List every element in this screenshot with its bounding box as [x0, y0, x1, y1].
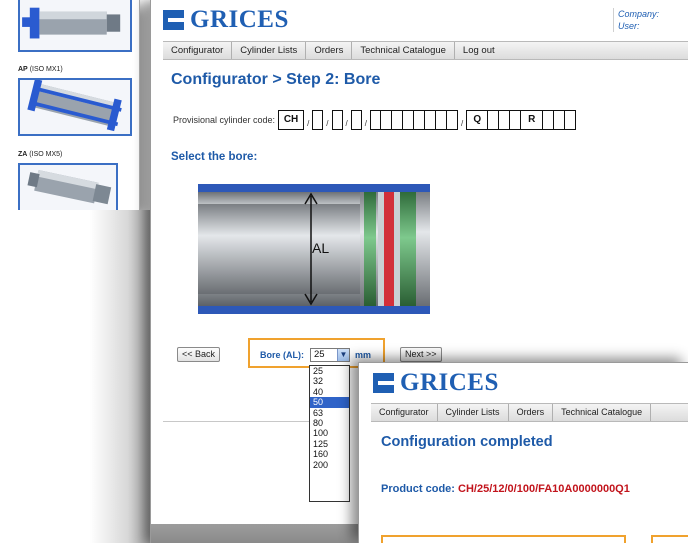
bore-option-63[interactable]: 63 — [310, 408, 349, 418]
product-code: Product code: CH/25/12/0/100/FA10A000000… — [381, 483, 630, 495]
code-box-empty — [447, 110, 458, 130]
nav-configurator[interactable]: Configurator — [163, 42, 233, 59]
user-label: User: — [618, 21, 640, 31]
grices-logo: GRICES — [373, 369, 499, 397]
nav-orders[interactable]: Orders — [509, 404, 554, 421]
bore-option-200[interactable]: 200 — [310, 460, 349, 470]
bore-label: Bore (AL): — [260, 350, 304, 360]
bore-option-25[interactable]: 25 — [310, 366, 349, 376]
code-box-empty — [331, 110, 343, 130]
bore-select-value: 25 — [314, 349, 325, 360]
chevron-down-icon[interactable]: ▼ — [337, 349, 349, 361]
divider — [163, 421, 315, 422]
back-window: AP (ISO MX1) ZA (ISO MX5) — [0, 0, 140, 210]
window-shadow — [0, 210, 150, 543]
code-box-empty — [392, 110, 403, 130]
bore-option-160[interactable]: 160 — [310, 449, 349, 459]
code-box-empty — [425, 110, 436, 130]
code-separator: / — [326, 119, 329, 128]
bore-option-100[interactable]: 100 — [310, 428, 349, 438]
code-box-empty — [565, 110, 577, 130]
nav-technical-catalogue[interactable]: Technical Catalogue — [352, 42, 455, 59]
code-separator: / — [364, 119, 367, 128]
bore-option-40[interactable]: 40 — [310, 387, 349, 397]
bore-option-50[interactable]: 50 — [310, 397, 349, 408]
code-box-empty — [414, 110, 425, 130]
configuration-completed-window: GRICES Configurator Cylinder Lists Order… — [358, 362, 688, 543]
page-title: Configurator > Step 2: Bore — [171, 71, 381, 88]
bore-dropdown-list[interactable]: 25 32 40 50 63 80 100 125 160 200 — [309, 365, 350, 502]
cylinder-thumbnail-za[interactable] — [18, 163, 118, 210]
bore-option-125[interactable]: 125 — [310, 439, 349, 449]
provisional-code-row: Provisional cylinder code: CH / / / / / … — [173, 110, 577, 130]
bore-dimension-label: AL — [312, 240, 330, 256]
grices-logo: GRICES — [163, 6, 289, 34]
window-bottom-bar — [151, 524, 361, 543]
result-panel — [381, 535, 626, 543]
code-box-type: CH — [278, 110, 305, 130]
code-box-empty — [554, 110, 566, 130]
nav-configurator[interactable]: Configurator — [371, 404, 438, 421]
code-separator: / — [461, 119, 464, 128]
code-separator: / — [345, 119, 348, 128]
nav-technical-catalogue[interactable]: Technical Catalogue — [553, 404, 652, 421]
result-panel-secondary — [651, 535, 688, 543]
cylinder-thumbnail-top[interactable] — [18, 0, 132, 52]
code-box-empty — [312, 110, 324, 130]
code-box-empty — [436, 110, 447, 130]
code-box-empty — [510, 110, 522, 130]
product-code-value: CH/25/12/0/100/FA10A0000000Q1 — [458, 483, 630, 495]
main-nav: Configurator Cylinder Lists Orders Techn… — [163, 41, 688, 60]
code-box-q: Q — [466, 110, 489, 130]
account-info: Company: User: — [613, 8, 659, 32]
company-label: Company: — [618, 9, 660, 19]
nav-cylinder-lists[interactable]: Cylinder Lists — [232, 42, 307, 59]
code-box-empty — [370, 110, 381, 130]
code-box-r: R — [521, 110, 544, 130]
next-button[interactable]: Next >> — [400, 347, 442, 362]
product-code-label: Product code: — [381, 483, 455, 495]
back-button[interactable]: << Back — [177, 347, 221, 362]
nav-orders[interactable]: Orders — [306, 42, 353, 59]
provisional-code-label: Provisional cylinder code: — [173, 115, 276, 125]
bore-select[interactable]: 25 ▼ — [310, 348, 350, 362]
grices-logo-mark-icon — [163, 10, 184, 30]
completed-title: Configuration completed — [381, 434, 553, 450]
select-bore-heading: Select the bore: — [171, 151, 258, 163]
nav-log-out[interactable]: Log out — [455, 42, 503, 59]
front-nav: Configurator Cylinder Lists Orders Techn… — [371, 403, 688, 422]
grices-logo-mark-icon — [373, 373, 394, 393]
code-box-empty — [488, 110, 500, 130]
cylinder-thumbnail-ap[interactable] — [18, 78, 132, 136]
code-box-empty — [350, 110, 362, 130]
code-box-empty — [403, 110, 414, 130]
thumbnail-caption-za: ZA (ISO MX5) — [18, 151, 63, 158]
code-separator: / — [307, 119, 310, 128]
thumbnail-caption-ap: AP (ISO MX1) — [18, 66, 63, 73]
nav-cylinder-lists[interactable]: Cylinder Lists — [438, 404, 509, 421]
code-box-empty — [381, 110, 392, 130]
code-box-empty — [543, 110, 555, 130]
bore-unit: mm — [355, 350, 372, 360]
bore-option-80[interactable]: 80 — [310, 418, 349, 428]
bore-option-32[interactable]: 32 — [310, 376, 349, 386]
code-box-empty — [499, 110, 511, 130]
